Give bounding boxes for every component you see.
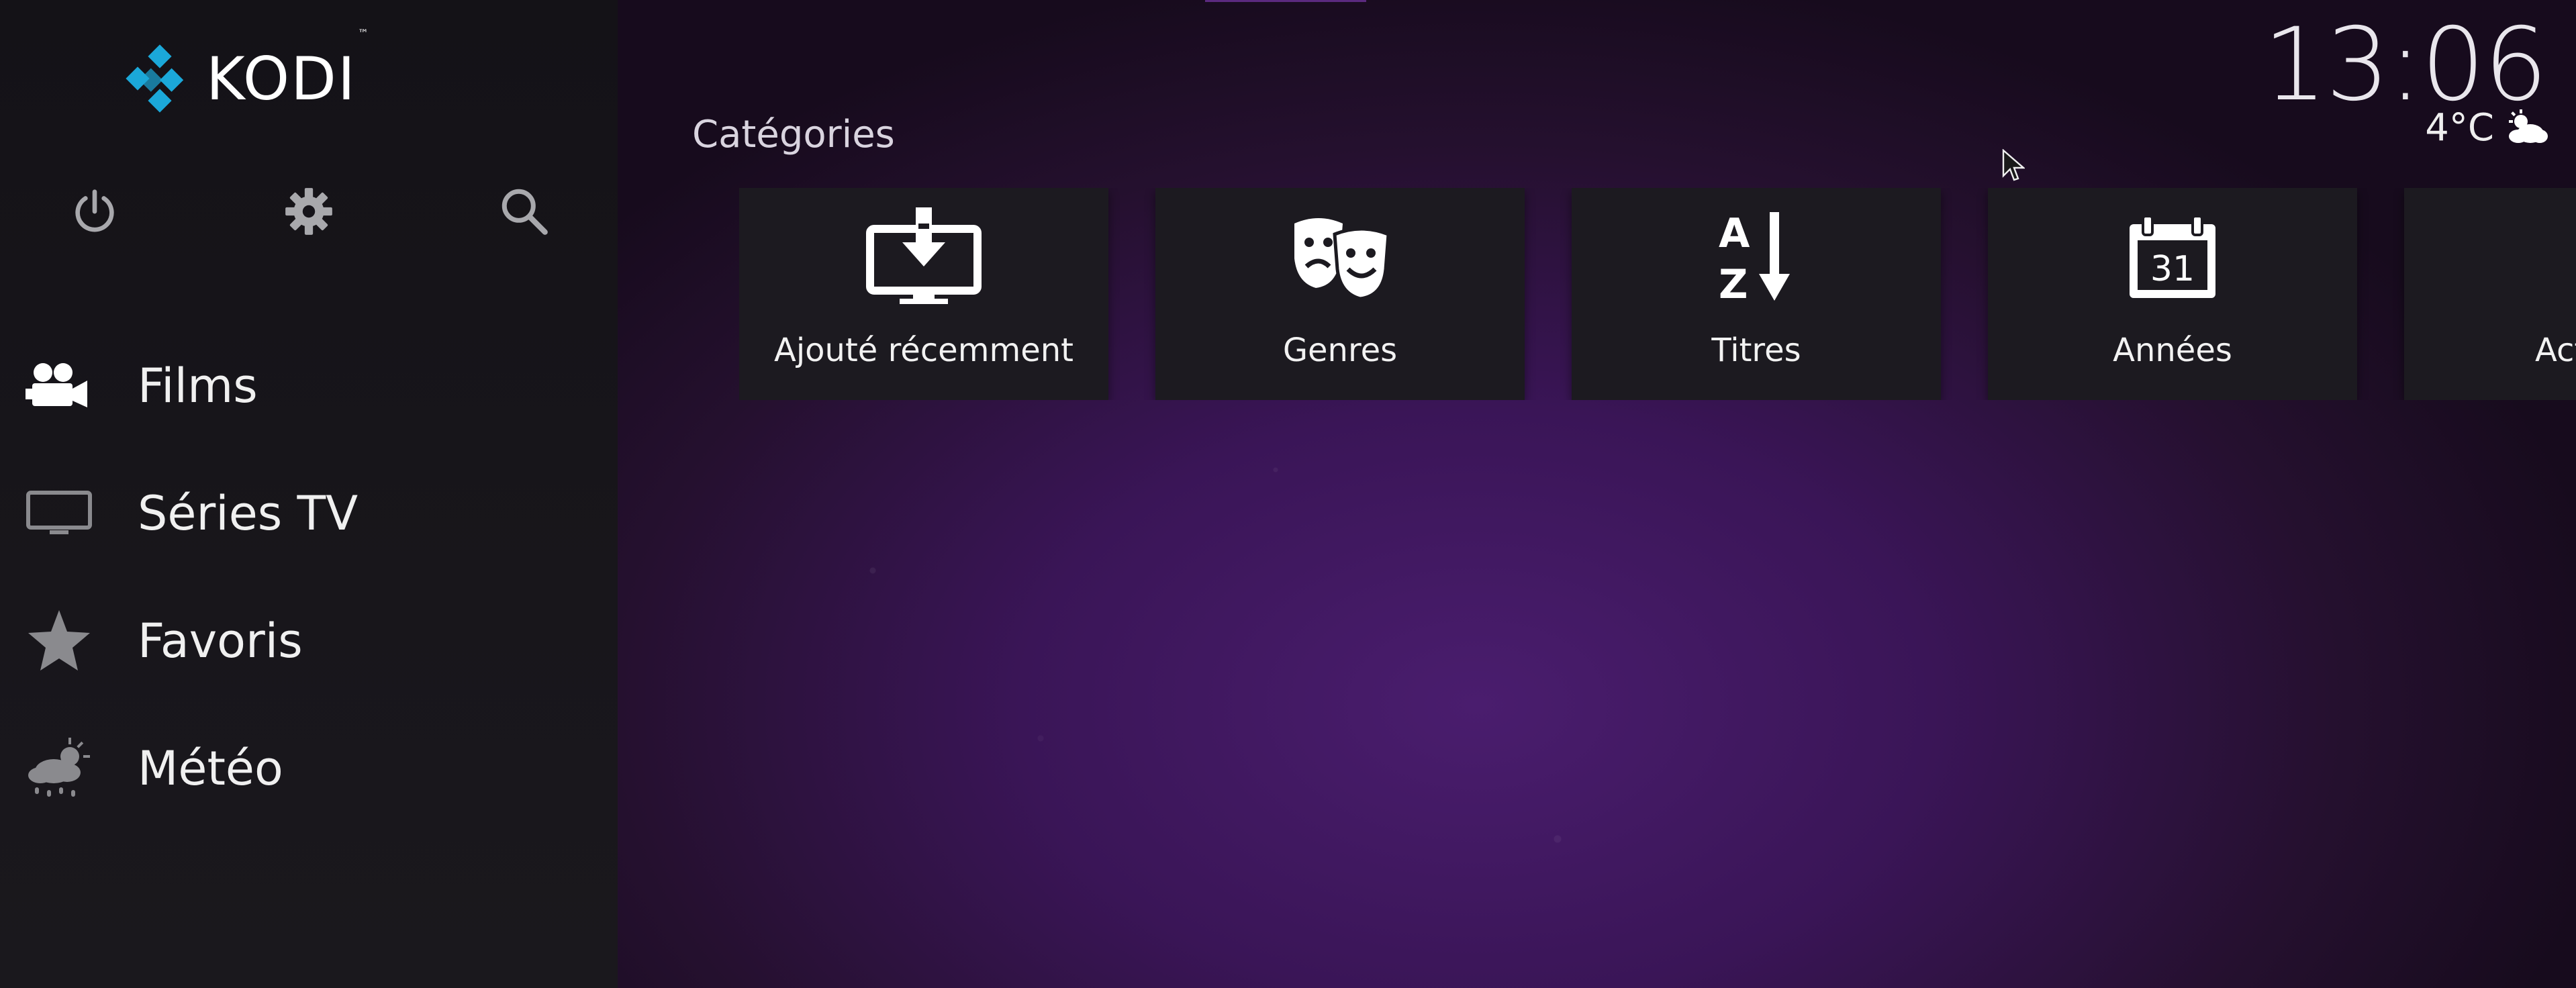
sidebar: KODI™ Films Séries TV Favoris Météo xyxy=(0,0,618,988)
svg-text:A: A xyxy=(1719,210,1750,257)
category-tile-years[interactable]: 31 Années xyxy=(1988,188,2357,400)
menu-item-favoris[interactable]: Favoris xyxy=(0,591,618,691)
menu-item-films[interactable]: Films xyxy=(0,336,618,436)
sort-az-icon: A Z xyxy=(1696,207,1817,307)
kodi-logo-icon xyxy=(126,44,184,113)
menu-item-series-tv[interactable]: Séries TV xyxy=(0,463,618,564)
temperature: 4°C xyxy=(2425,106,2494,150)
menu-label-favoris: Favoris xyxy=(138,613,303,669)
calendar-icon: 31 xyxy=(2112,207,2233,307)
kodi-logo-text: KODI™ xyxy=(206,26,370,113)
tv-icon xyxy=(20,475,97,552)
menu-label-meteo: Météo xyxy=(138,741,283,796)
movie-camera-icon xyxy=(20,348,97,425)
section-title: Catégories xyxy=(692,113,895,156)
category-tile-recently-added[interactable]: Ajouté récemment xyxy=(739,188,1108,400)
kodi-logo: KODI™ xyxy=(123,26,370,115)
theater-masks-icon xyxy=(1280,207,1400,307)
power-icon[interactable] xyxy=(64,181,125,242)
tile-label: Genres xyxy=(1282,332,1398,369)
menu-item-meteo[interactable]: Météo xyxy=(0,718,618,819)
weather-summary: 4°C xyxy=(2425,106,2549,150)
mouse-cursor-icon xyxy=(2002,149,2025,181)
tile-label: Titres xyxy=(1711,332,1801,369)
tile-label: Act xyxy=(2535,332,2576,369)
tile-label: Ajouté récemment xyxy=(774,332,1074,369)
category-tiles: Ajouté récemment Genres A Z Titres 31 An… xyxy=(739,188,2576,400)
tile-label: Années xyxy=(2113,332,2232,369)
menu-label-series-tv: Séries TV xyxy=(138,486,359,541)
category-tile-genres[interactable]: Genres xyxy=(1155,188,1525,400)
top-indicator xyxy=(1205,0,1366,2)
menu-label-films: Films xyxy=(138,358,258,413)
svg-text:31: 31 xyxy=(2150,249,2195,289)
settings-icon[interactable] xyxy=(279,181,339,242)
recently-added-icon xyxy=(863,207,984,307)
svg-text:Z: Z xyxy=(1719,261,1748,307)
category-tile-actors[interactable]: Act xyxy=(2404,188,2576,400)
search-icon[interactable] xyxy=(494,181,555,242)
top-icon-bar xyxy=(0,181,618,248)
partly-cloudy-icon xyxy=(2509,109,2548,143)
mask-icon xyxy=(2463,207,2576,307)
clock: 13:06 xyxy=(2262,7,2548,124)
category-tile-titles[interactable]: A Z Titres xyxy=(1572,188,1941,400)
weather-icon xyxy=(20,730,97,807)
star-icon xyxy=(20,603,97,680)
